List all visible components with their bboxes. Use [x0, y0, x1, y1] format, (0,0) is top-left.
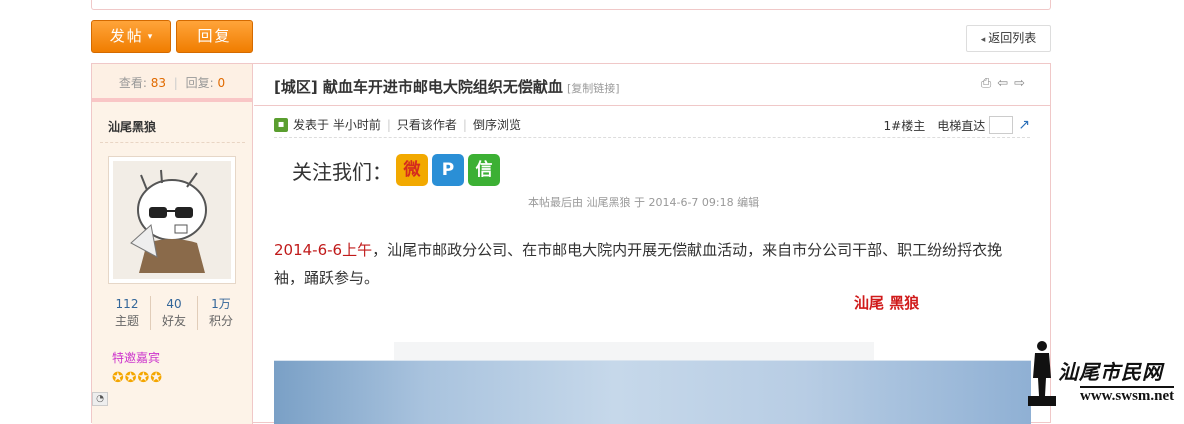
follow-us: 关注我们： 微 P 信 — [292, 154, 504, 186]
previous-panel-border — [91, 0, 1051, 10]
stat-threads[interactable]: 112 主题 — [104, 296, 151, 330]
post-body: 2014-6-6上午，汕尾市邮政分公司、在市邮电大院内开展无偿献血活动，来自市分… — [274, 241, 1003, 287]
pengyou-icon[interactable]: P — [432, 154, 464, 186]
published-time: 发表于 半小时前 — [293, 118, 381, 132]
jump-arrow-icon[interactable]: ↗ — [1018, 117, 1030, 133]
floor-number[interactable]: 1#楼主 — [884, 117, 926, 134]
online-status-icon: ◔ — [92, 392, 108, 406]
signature: 汕尾 黑狼 — [854, 294, 920, 312]
watermark-url: www.swsm.net — [1080, 386, 1175, 404]
post-main: [城区] 献血车开进市邮电大院组织无偿献血 [复制链接] ⎙⇦⇨ ▪ 发表于 半小… — [254, 64, 1051, 424]
wechat-icon[interactable]: 信 — [468, 154, 500, 186]
site-watermark: 汕尾市民网 www.swsm.net — [1022, 338, 1180, 408]
post-container: 查看: 83 | 回复: 0 汕尾黑狼 112 主题 40 好友 1万 积分 特… — [91, 63, 1051, 424]
post-image[interactable] — [274, 360, 1031, 424]
reply-count: 0 — [217, 76, 226, 90]
stat-points[interactable]: 1万 积分 — [198, 296, 244, 330]
edit-note: 本帖最后由 汕尾黑狼 于 2014-6-7 09:18 编辑 — [528, 196, 760, 209]
rank-stars-icon: ✪✪✪✪ — [112, 370, 163, 386]
stat-friends[interactable]: 40 好友 — [151, 296, 198, 330]
divider — [100, 142, 245, 143]
avatar[interactable] — [108, 156, 236, 284]
elevator-label: 电梯直达 — [937, 118, 986, 133]
only-author-link[interactable]: 只看该作者 — [397, 116, 457, 133]
reply-button[interactable]: 回复 — [176, 20, 253, 53]
chevron-left-icon: ◂ — [980, 35, 986, 45]
floor-jump-input[interactable] — [989, 116, 1014, 134]
user-group-label[interactable]: 特邀嘉宾 — [112, 349, 160, 366]
online-user-icon: ▪ — [274, 117, 288, 132]
reverse-order-link[interactable]: 倒序浏览 — [473, 116, 521, 133]
image-top-margin — [394, 342, 874, 360]
back-to-list-button[interactable]: ◂ 返回列表 — [966, 25, 1051, 52]
author-name[interactable]: 汕尾黑狼 — [108, 118, 156, 135]
chevron-down-icon: ▾ — [147, 32, 153, 42]
view-count: 83 — [150, 76, 166, 90]
post-meta: ▪ 发表于 半小时前 | 只看该作者 | 倒序浏览 1#楼主 电梯直达 ↗ — [274, 116, 1030, 138]
author-sidebar: 查看: 83 | 回复: 0 汕尾黑狼 112 主题 40 好友 1万 积分 特… — [92, 64, 253, 424]
page: 发帖 ▾ 回复 ◂ 返回列表 查看: 83 | 回复: 0 汕尾黑狼 112 主… — [0, 0, 1184, 424]
copy-link[interactable]: [复制链接] — [567, 82, 620, 95]
watermark-text: 汕尾市民网 — [1058, 360, 1163, 384]
statue-icon — [1028, 341, 1056, 406]
body-date: 2014-6-6上午 — [274, 241, 373, 259]
avatar-cartoon-icon — [130, 169, 207, 273]
print-prev-next-icons[interactable]: ⎙⇦⇨ — [981, 76, 1031, 91]
view-reply-counts: 查看: 83 | 回复: 0 — [92, 64, 252, 102]
post-title: [城区] 献血车开进市邮电大院组织无偿献血 [复制链接] — [274, 78, 620, 96]
weibo-icon[interactable]: 微 — [396, 154, 428, 186]
title-bar: [城区] 献血车开进市邮电大院组织无偿献血 [复制链接] ⎙⇦⇨ — [254, 64, 1051, 106]
user-stats: 112 主题 40 好友 1万 积分 — [104, 296, 244, 330]
new-post-button[interactable]: 发帖 ▾ — [91, 20, 171, 53]
